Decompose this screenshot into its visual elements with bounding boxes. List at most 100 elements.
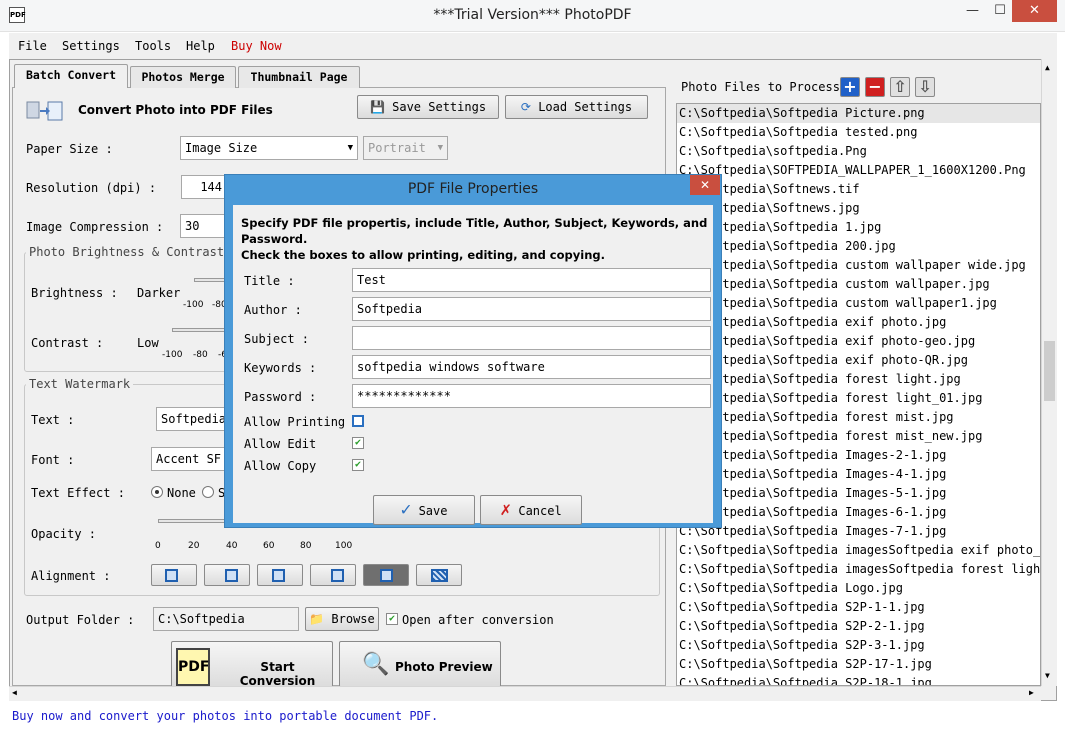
author-input[interactable]: Softpedia xyxy=(352,297,711,321)
move-down-button[interactable]: ⇩ xyxy=(915,77,935,97)
password-input[interactable]: ************* xyxy=(352,384,711,408)
open-after-checkbox[interactable]: ✔ xyxy=(386,613,398,625)
list-item[interactable]: C:\Softpedia\Softpedia imagesSoftpedia f… xyxy=(677,560,1040,579)
remove-file-button[interactable]: − xyxy=(865,77,885,97)
scroll-right-icon[interactable]: ▶ xyxy=(1029,688,1034,697)
list-item[interactable]: C:\Softpedia\Softpedia custom wallpaper1… xyxy=(677,294,1040,313)
list-item[interactable]: C:\Softpedia\Softpedia custom wallpaper.… xyxy=(677,275,1040,294)
app-icon: PDF xyxy=(9,7,26,23)
compression-select[interactable]: 30 xyxy=(180,214,226,238)
opacity-tick: 100 xyxy=(335,541,353,551)
load-icon: ⟳ xyxy=(520,100,531,114)
align-bottom-right-button[interactable] xyxy=(310,564,356,586)
scroll-thumb[interactable] xyxy=(1044,341,1055,401)
keywords-input[interactable]: softpedia windows software xyxy=(352,355,711,379)
watermark-text-input[interactable]: Softpedia xyxy=(156,407,226,431)
list-item[interactable]: C:\Softpedia\Softpedia Images-5-1.jpg xyxy=(677,484,1040,503)
browse-button[interactable]: 📁 Browse xyxy=(305,607,379,631)
tab-thumbnail-page[interactable]: Thumbnail Page xyxy=(238,66,360,88)
list-item[interactable]: C:\Softpedia\Softpedia exif photo-QR.jpg xyxy=(677,351,1040,370)
allow-edit-checkbox[interactable]: ✔ xyxy=(352,437,364,449)
list-item[interactable]: C:\Softpedia\Softpedia Images-6-1.jpg xyxy=(677,503,1040,522)
list-item[interactable]: C:\Softpedia\Softpedia exif photo.jpg xyxy=(677,313,1040,332)
menu-tools[interactable]: Tools xyxy=(135,39,171,53)
paper-size-select[interactable]: Image Size ▼ xyxy=(180,136,358,160)
contrast-label: Contrast : xyxy=(31,336,104,350)
brightness-slider[interactable] xyxy=(194,278,228,282)
photo-preview-button[interactable]: 🔍 Photo Preview xyxy=(339,641,501,687)
list-item[interactable]: C:\Softpedia\Softpedia S2P-17-1.jpg xyxy=(677,655,1040,674)
allow-copy-checkbox[interactable]: ✔ xyxy=(352,459,364,471)
subject-label: Subject : xyxy=(244,332,310,346)
dialog-save-button[interactable]: ✓ Save xyxy=(373,495,475,525)
list-item[interactable]: C:\Softpedia\Softpedia forest mist.jpg xyxy=(677,408,1040,427)
load-settings-button[interactable]: ⟳ Load Settings xyxy=(505,95,648,119)
list-item[interactable]: C:\Softpedia\Softpedia Logo.jpg xyxy=(677,579,1040,598)
subject-input[interactable] xyxy=(352,326,711,350)
title-input[interactable]: Test xyxy=(352,268,711,292)
list-item[interactable]: C:\Softpedia\Softpedia Picture.png xyxy=(677,104,1040,123)
align-top-right-button[interactable] xyxy=(204,564,250,586)
list-item[interactable]: C:\Softpedia\Softpedia custom wallpaper … xyxy=(677,256,1040,275)
scroll-up-icon[interactable]: ▲ xyxy=(1045,63,1050,72)
maximize-button[interactable]: ☐ xyxy=(990,0,1010,22)
list-item[interactable]: C:\Softpedia\Softpedia S2P-1-1.jpg xyxy=(677,598,1040,617)
align-top-left-button[interactable] xyxy=(151,564,197,586)
opacity-tick: 40 xyxy=(226,541,238,551)
list-item[interactable]: C:\Softpedia\Softpedia S2P-2-1.jpg xyxy=(677,617,1040,636)
menu-help[interactable]: Help xyxy=(186,39,215,53)
list-item[interactable]: C:\Softpedia\Softnews.jpg xyxy=(677,199,1040,218)
dialog-cancel-button[interactable]: ✗ Cancel xyxy=(480,495,582,525)
tab-photos-merge[interactable]: Photos Merge xyxy=(130,66,236,88)
list-item[interactable]: C:\Softpedia\Softpedia Images-4-1.jpg xyxy=(677,465,1040,484)
list-item[interactable]: C:\Softpedia\SOFTPEDIA_WALLPAPER_1_1600X… xyxy=(677,161,1040,180)
align-bottom-left-button[interactable] xyxy=(257,564,303,586)
opacity-tick: 0 xyxy=(155,541,161,551)
list-item[interactable]: C:\Softpedia\Softpedia 1.jpg xyxy=(677,218,1040,237)
list-item[interactable]: C:\Softpedia\Softpedia Images-7-1.jpg xyxy=(677,522,1040,541)
start-conversion-button[interactable]: PDF Start Conversion xyxy=(171,641,333,688)
list-item[interactable]: C:\Softpedia\Softpedia forest light.jpg xyxy=(677,370,1040,389)
scroll-left-icon[interactable]: ◀ xyxy=(12,688,17,697)
contrast-low-label: Low xyxy=(137,336,159,350)
vertical-scrollbar[interactable]: ▲ ▼ xyxy=(1041,59,1057,686)
cross-icon: ✗ xyxy=(500,499,512,520)
move-up-button[interactable]: ⇧ xyxy=(890,77,910,97)
list-item[interactable]: C:\Softpedia\Softpedia exif photo-geo.jp… xyxy=(677,332,1040,351)
output-folder-input[interactable]: C:\Softpedia xyxy=(153,607,299,631)
align-center-button[interactable] xyxy=(363,564,409,586)
horizontal-scrollbar[interactable]: ◀ ▶ xyxy=(9,686,1041,701)
save-settings-button[interactable]: 💾 Save Settings xyxy=(357,95,499,119)
effect-none-radio[interactable] xyxy=(151,486,163,498)
align-tile-button[interactable] xyxy=(416,564,462,586)
dialog-close-button[interactable]: ✕ xyxy=(690,175,720,195)
list-item[interactable]: C:\Softpedia\Softpedia forest light_01.j… xyxy=(677,389,1040,408)
scroll-down-icon[interactable]: ▼ xyxy=(1045,671,1050,680)
resolution-input[interactable]: 144 xyxy=(181,175,229,199)
contrast-slider[interactable] xyxy=(172,328,228,332)
menu-buy-now[interactable]: Buy Now xyxy=(231,39,282,53)
list-item[interactable]: C:\Softpedia\Softpedia tested.png xyxy=(677,123,1040,142)
effect-shadow-radio[interactable] xyxy=(202,486,214,498)
minimize-button[interactable]: — xyxy=(955,0,990,22)
close-button[interactable]: ✕ xyxy=(1012,0,1057,22)
list-item[interactable]: C:\Softpedia\Softpedia S2P-18-1.jpg xyxy=(677,674,1040,685)
menu-settings[interactable]: Settings xyxy=(62,39,120,53)
list-item[interactable]: C:\Softpedia\Softpedia S2P-3-1.jpg xyxy=(677,636,1040,655)
allow-printing-checkbox[interactable] xyxy=(352,415,364,427)
file-list[interactable]: C:\Softpedia\Softpedia Picture.png C:\So… xyxy=(676,103,1041,686)
menu-file[interactable]: File xyxy=(18,39,47,53)
add-file-button[interactable]: + xyxy=(840,77,860,97)
list-item[interactable]: C:\Softpedia\softpedia.Png xyxy=(677,142,1040,161)
opacity-slider[interactable] xyxy=(158,519,228,523)
list-item[interactable]: C:\Softpedia\Softpedia imagesSoftpedia e… xyxy=(677,541,1040,560)
text-effect-label: Text Effect : xyxy=(31,486,125,500)
window-title: ***Trial Version*** PhotoPDF xyxy=(433,7,632,23)
load-settings-label: Load Settings xyxy=(538,100,633,114)
font-select[interactable]: Accent SF xyxy=(151,447,226,471)
list-item[interactable]: C:\Softpedia\Softnews.tif xyxy=(677,180,1040,199)
list-item[interactable]: C:\Softpedia\Softpedia forest mist_new.j… xyxy=(677,427,1040,446)
list-item[interactable]: C:\Softpedia\Softpedia 200.jpg xyxy=(677,237,1040,256)
list-item[interactable]: C:\Softpedia\Softpedia Images-2-1.jpg xyxy=(677,446,1040,465)
tab-batch-convert[interactable]: Batch Convert xyxy=(14,64,128,88)
